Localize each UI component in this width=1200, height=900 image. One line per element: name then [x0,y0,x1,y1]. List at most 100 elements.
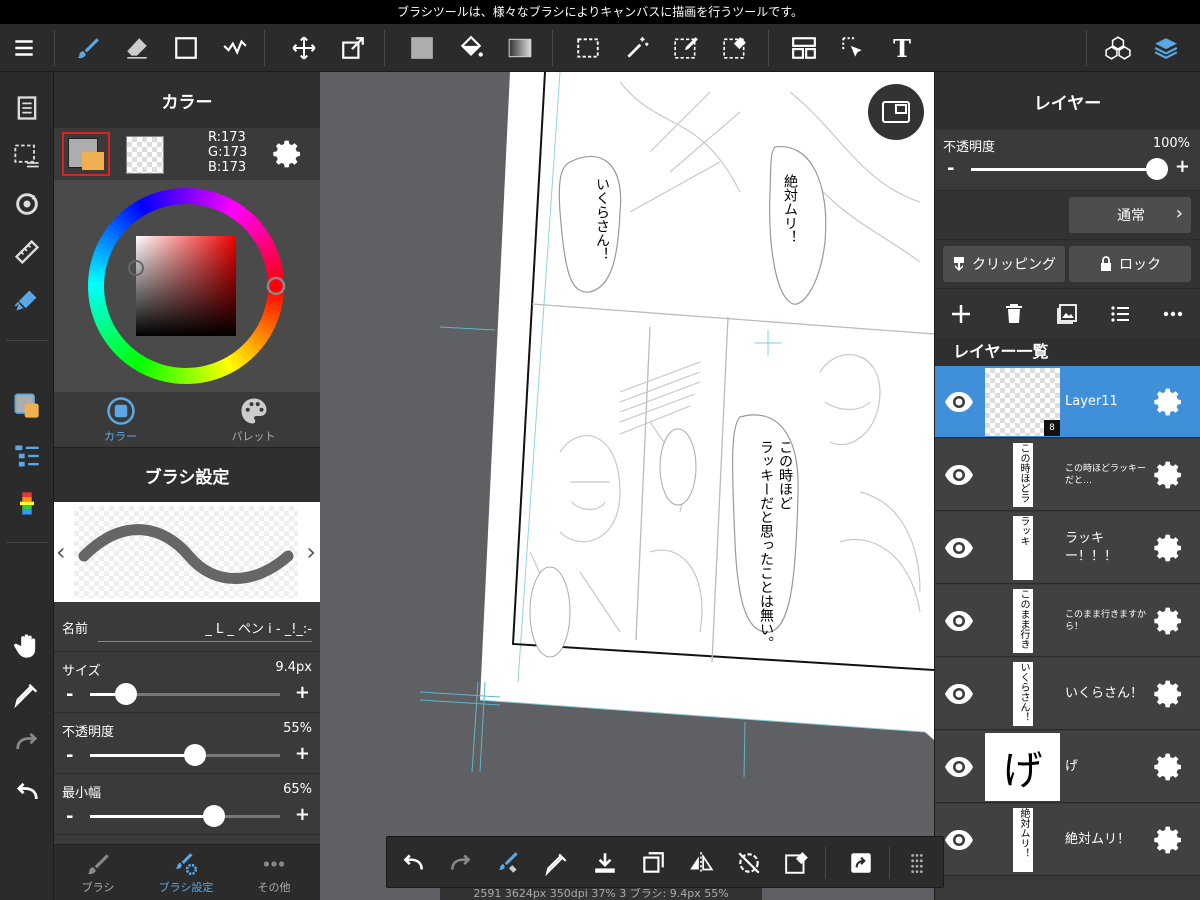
layer-settings-gear-icon[interactable] [1153,751,1185,783]
eye-icon[interactable] [943,826,975,854]
layer-settings-gear-icon[interactable] [1153,605,1185,637]
brush-param-slider[interactable] [90,744,280,766]
flip-button[interactable] [677,837,725,889]
layer-settings-gear-icon[interactable] [1153,824,1185,856]
text-tool-button[interactable]: T [880,24,924,72]
merge-down-button[interactable] [581,837,629,889]
color-wheel[interactable] [84,184,288,388]
frame-divide-button[interactable] [782,24,826,72]
layer-row[interactable]: このまま行きますから！このまま行きますから！ [935,585,1200,657]
layer-list-button[interactable] [1102,297,1138,331]
redo-rail-button[interactable] [0,720,54,764]
layer-row[interactable]: げげ [935,731,1200,803]
navigator-button[interactable] [868,84,924,140]
layer-settings-gear-icon[interactable] [1153,678,1185,710]
fill-color-button[interactable] [400,24,444,72]
clipping-button[interactable]: クリッピング [943,246,1065,282]
select-eraser-button[interactable] [713,24,757,72]
eye-icon[interactable] [943,753,975,781]
prev-brush-arrow-icon[interactable]: ‹ [56,538,66,566]
rotate-reset-button[interactable] [725,837,773,889]
layer-row[interactable]: 8 Layer11 [935,366,1200,438]
operation-tool-button[interactable] [831,24,875,72]
transform-tool-button[interactable] [331,24,375,72]
clear-layer-button[interactable] [773,837,821,889]
undo-button[interactable] [389,837,437,889]
brush-name-field[interactable]: _ L _ ペン i - _!_:- [98,618,312,642]
brush-eraser-toggle[interactable] [485,837,533,889]
color-panel-toggle[interactable] [0,384,54,428]
redo-button[interactable] [437,837,485,889]
eyedropper-bar-button[interactable] [533,837,581,889]
color-settings-gear-icon[interactable] [272,138,304,170]
param-minus-button[interactable]: - [66,684,73,705]
eye-icon[interactable] [943,534,975,562]
palette-bar-toggle[interactable] [0,482,54,526]
opacity-plus-button[interactable]: + [1175,156,1190,177]
eye-icon[interactable] [943,388,975,416]
layer-row[interactable]: この時ほどラッキーだと思ったことは無い。この時ほどラッキーだと… [935,439,1200,511]
rotate-canvas-button[interactable] [0,182,54,226]
move-tool-button[interactable] [282,24,326,72]
brush-param-slider[interactable] [90,683,280,705]
hand-tool-button[interactable] [0,624,54,668]
select-rect-button[interactable] [566,24,610,72]
layer-row[interactable]: いくらさん！ いくらさん！ [935,658,1200,730]
share-button[interactable] [837,837,885,889]
brush-list-toggle[interactable] [0,434,54,478]
layer-settings-gear-icon[interactable] [1153,459,1185,491]
layer-row[interactable]: ラッキー！！！ラッキー！！！ [935,512,1200,584]
opacity-minus-button[interactable]: - [947,158,954,179]
bar-handle[interactable] [893,837,941,889]
next-brush-arrow-icon[interactable]: › [306,538,316,566]
rectangle-tool-button[interactable] [164,24,208,72]
page-manager-button[interactable] [0,86,54,130]
undo-rail-button[interactable] [0,770,54,814]
layers-button[interactable] [1144,24,1188,72]
snap-button[interactable] [0,278,54,322]
ruler-button[interactable] [0,230,54,274]
eyedropper-button[interactable] [0,672,54,716]
correction-tool-button[interactable] [213,24,257,72]
layer-image-button[interactable] [1049,297,1085,331]
menu-button[interactable] [2,24,46,72]
eye-icon[interactable] [943,680,975,708]
selection-menu-button[interactable] [0,134,54,178]
param-plus-button[interactable]: + [295,743,310,764]
lock-button[interactable]: ロック [1069,246,1191,282]
bucket-tool-button[interactable] [449,24,493,72]
tab-brush[interactable]: ブラシ [54,845,142,900]
eraser-tool-button[interactable] [115,24,159,72]
tab-color[interactable]: カラー [54,392,187,448]
eye-icon[interactable] [943,461,975,489]
brush-tool-button[interactable] [66,24,110,72]
copy-layer-button[interactable] [629,837,677,889]
param-minus-button[interactable]: - [66,745,73,766]
magic-wand-button[interactable] [615,24,659,72]
tab-palette[interactable]: パレット [187,392,320,448]
eye-icon[interactable] [943,607,975,635]
tab-other[interactable]: その他 [230,845,318,900]
select-pen-button[interactable] [664,24,708,72]
color-swatches: R:173 G:173 B:173 [54,128,320,180]
materials-button[interactable] [1096,24,1140,72]
layer-settings-gear-icon[interactable] [1153,386,1185,418]
param-plus-button[interactable]: + [295,682,310,703]
tab-brush-settings[interactable]: ブラシ設定 [142,845,230,900]
brush-settings-tab-icon [175,853,198,876]
gradient-tool-button[interactable] [498,24,542,72]
layer-settings-gear-icon[interactable] [1153,532,1185,564]
transparent-color-swatch[interactable] [126,136,164,174]
brush-param-slider[interactable] [90,805,280,827]
layer-more-button[interactable] [1155,297,1191,331]
drawing-canvas[interactable]: いくらさん！ 絶対ムリ！ この時ほど ラッキーだと思ったことは無い。 [320,72,934,900]
main-color-swatch[interactable] [62,132,110,176]
delete-layer-button[interactable] [996,297,1032,331]
param-plus-button[interactable]: + [295,804,310,825]
param-minus-button[interactable]: - [66,806,73,827]
blend-mode-select[interactable]: 通常 › [1069,197,1191,233]
layer-row[interactable]: 絶対ムリ！ 絶対ムリ！ [935,804,1200,876]
layer-thumbnail: 絶対ムリ！ [985,806,1060,874]
layer-opacity-slider[interactable] [971,158,1168,180]
add-layer-button[interactable] [943,297,979,331]
